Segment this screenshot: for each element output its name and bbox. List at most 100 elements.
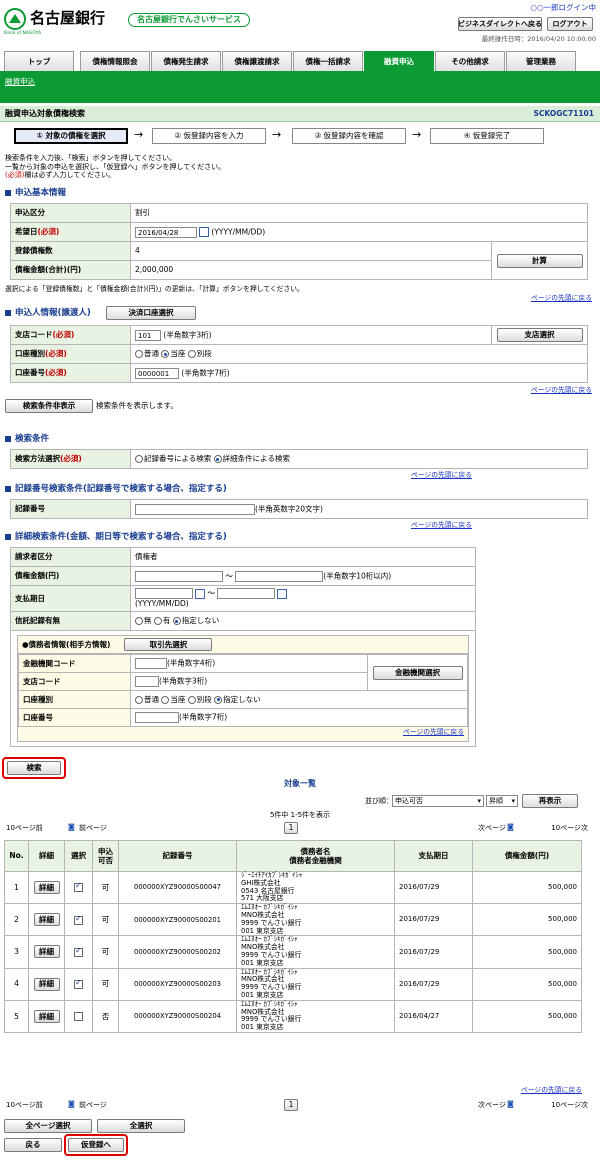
hide-search-conditions-button[interactable]: 検索条件非表示 [5, 399, 93, 413]
back-to-top-link[interactable]: ページの先頭に戻る [531, 294, 592, 302]
branch-select-button[interactable]: 支店選択 [496, 328, 583, 342]
step-arrow: → [412, 128, 422, 141]
radio-unspecified[interactable] [214, 695, 223, 704]
calendar-icon[interactable] [195, 588, 205, 599]
record-number: 000000XYZ90000S00204 [118, 999, 237, 1033]
column-header: No. [4, 840, 29, 872]
radio-search-by-detail[interactable] [213, 455, 222, 464]
radio-trust-yes[interactable] [153, 617, 162, 626]
tab-claim-issue[interactable]: 債権発生請求 [151, 51, 221, 71]
next-page-icon[interactable]: ◙ [507, 823, 514, 832]
tab-claim-inquiry[interactable]: 債権情報照会 [80, 51, 150, 71]
debtor-box: ●債務者情報(相手方情報) 取引先選択 金融機関コード (半角数字4桁) 金融機関選… [17, 635, 469, 742]
row-no: 3 [4, 935, 29, 969]
desired-date-input[interactable]: 2016/04/28 [135, 226, 197, 238]
detail-button[interactable]: 詳細 [33, 913, 60, 927]
next-page-icon[interactable]: ◙ [507, 1100, 514, 1109]
next-page[interactable]: 次ページ [478, 824, 506, 833]
radio-current[interactable] [161, 350, 170, 359]
temp-register-button[interactable]: 仮登録へ [68, 1138, 124, 1152]
select-checkbox[interactable] [74, 978, 83, 989]
select-checkbox[interactable] [74, 881, 83, 893]
due-date: 2016/04/27 [394, 999, 473, 1033]
record-number-input[interactable] [135, 503, 255, 515]
back-to-top-link[interactable]: ページの先頭に戻る [403, 728, 464, 736]
partner-select-button[interactable]: 取引先選択 [124, 638, 213, 651]
calendar-icon[interactable] [277, 588, 288, 599]
label: 請求者区分 [10, 547, 131, 567]
radio-trust-unspecified[interactable] [172, 617, 181, 626]
account-number-input[interactable]: 0000001 [135, 367, 179, 379]
tab-bulk-request[interactable]: 債権一括請求 [293, 51, 363, 71]
subnav-link-loan-application[interactable]: 融資申込 [5, 77, 35, 86]
calculate-button[interactable]: 計算 [496, 253, 583, 268]
sort-select[interactable]: 申込可否 ▾ [392, 795, 484, 807]
back-to-top-link[interactable]: ページの先頭に戻る [521, 1086, 582, 1094]
radio-trust-no[interactable] [135, 617, 143, 626]
radio-special[interactable] [187, 695, 196, 704]
radio-current[interactable] [161, 695, 170, 704]
label: 支店コード [18, 672, 131, 691]
fin-institution-select-button[interactable]: 金融機関選択 [372, 665, 463, 680]
amount: 500,000 [472, 935, 582, 969]
tab-loan-application[interactable]: 融資申込 [364, 51, 434, 71]
prev-page[interactable]: 前ページ [79, 824, 107, 833]
search-button[interactable]: 検索 [7, 761, 61, 775]
prev-10-pages[interactable]: 10ページ前 [6, 824, 43, 833]
back-to-top-link[interactable]: ページの先頭に戻る [411, 471, 472, 479]
due-date: 2016/07/29 [394, 903, 473, 937]
prev-10-pages[interactable]: 10ページ前 [6, 1101, 43, 1110]
detail-button[interactable]: 詳細 [33, 881, 60, 895]
fin-code-input[interactable] [135, 658, 167, 669]
section-record-number: 記録番号検索条件(記録番号で検索する場合、指定する) [5, 484, 227, 495]
select-checkbox[interactable] [74, 946, 83, 957]
back-button[interactable]: 戻る [4, 1138, 62, 1152]
back-to-business-direct-button[interactable]: ビジネスダイレクトへ戻る [458, 17, 542, 31]
radio-ordinary[interactable] [135, 350, 143, 359]
prev-page-icon[interactable]: ◙ [68, 823, 75, 832]
order-select[interactable]: 昇順 ▾ [486, 795, 518, 807]
back-to-top-link[interactable]: ページの先頭に戻る [411, 521, 472, 529]
next-10-pages[interactable]: 10ページ次 [551, 824, 588, 833]
detail-button[interactable]: 詳細 [33, 1009, 60, 1023]
detail-button[interactable]: 詳細 [33, 945, 60, 959]
tab-admin[interactable]: 管理業務 [506, 51, 576, 71]
tab-other-request[interactable]: その他請求 [435, 51, 505, 71]
label: 口座番号(必須) [10, 363, 131, 383]
prev-page-icon[interactable]: ◙ [68, 1100, 75, 1109]
select-checkbox[interactable] [74, 914, 83, 925]
next-10-pages[interactable]: 10ページ次 [551, 1101, 588, 1110]
debtor-info: ｴﾑｴﾇｵｰ ｶﾌﾞｼｷｶﾞｲｼｬ MNO株式会社 9999 でんさい銀行 001 東… [236, 903, 395, 937]
debtor-branch: 001 東京支店 [241, 990, 284, 999]
logout-button[interactable]: ログアウト [547, 17, 593, 31]
due-to-input[interactable] [217, 588, 276, 600]
debtor-info: ｴﾑｴﾇｵｰ ｶﾌﾞｼｷｶﾞｲｼｬ MNO株式会社 9999 でんさい銀行 001 東… [236, 999, 395, 1033]
radio-special[interactable] [187, 350, 196, 359]
page-number[interactable]: 1 [284, 822, 298, 834]
back-to-top-link[interactable]: ページの先頭に戻る [531, 386, 592, 394]
page-number[interactable]: 1 [284, 1099, 298, 1111]
application-availability: 可 [92, 967, 119, 1001]
tab-top[interactable]: トップ [4, 51, 74, 71]
radio-search-by-record[interactable] [135, 455, 143, 464]
next-page[interactable]: 次ページ [478, 1101, 506, 1110]
step-arrow: → [272, 128, 282, 141]
amount-from-input[interactable] [135, 570, 223, 582]
prev-page[interactable]: 前ページ [79, 1101, 107, 1110]
select-all-button[interactable]: 全選択 [97, 1119, 185, 1133]
tab-claim-transfer[interactable]: 債権譲渡請求 [222, 51, 292, 71]
amount-to-input[interactable] [235, 570, 324, 582]
select-checkbox[interactable] [74, 1012, 83, 1022]
debtor-account-input[interactable] [135, 712, 179, 723]
branch-code-input[interactable]: 101 [135, 329, 161, 341]
debtor-branch-input[interactable] [135, 676, 159, 687]
record-number: 000000XYZ90000S00202 [118, 935, 237, 969]
calendar-icon[interactable] [199, 227, 209, 237]
redisplay-button[interactable]: 再表示 [522, 794, 578, 808]
select-all-pages-button[interactable]: 全ページ選択 [4, 1119, 92, 1133]
due-from-input[interactable] [135, 588, 193, 600]
radio-ordinary[interactable] [135, 695, 143, 704]
detail-button[interactable]: 詳細 [33, 977, 60, 991]
settlement-account-select-button[interactable]: 決済口座選択 [106, 306, 196, 320]
amount: 500,000 [472, 870, 582, 905]
